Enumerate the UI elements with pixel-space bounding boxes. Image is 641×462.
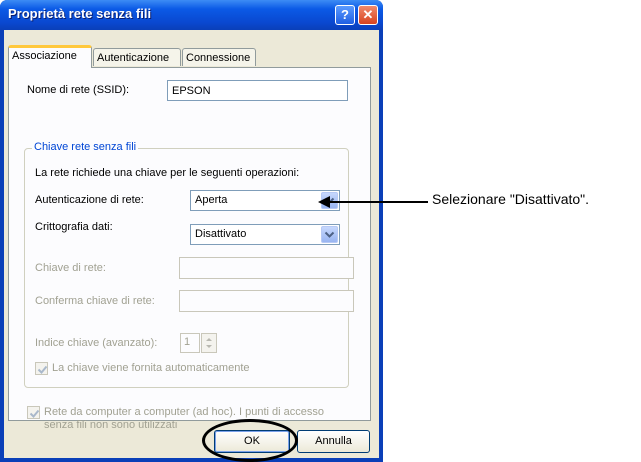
help-icon: ? bbox=[341, 7, 349, 22]
network-key-label: Chiave di rete: bbox=[35, 262, 106, 274]
arrow-left-icon bbox=[318, 196, 428, 208]
help-button[interactable]: ? bbox=[335, 5, 355, 25]
checkmark-icon bbox=[29, 409, 40, 418]
tab-panel-associazione: Nome di rete (SSID): Chiave rete senza f… bbox=[8, 67, 371, 431]
window-title: Proprietà rete senza fili bbox=[8, 6, 152, 21]
key-description: La rete richiede una chiave per le segue… bbox=[35, 167, 300, 179]
key-index-field[interactable]: 1 bbox=[180, 333, 200, 353]
group-title: Chiave rete senza fili bbox=[32, 141, 139, 153]
close-icon: ✕ bbox=[362, 7, 374, 22]
auto-key-checkbox[interactable] bbox=[35, 362, 48, 375]
ok-highlight-ellipse bbox=[202, 419, 298, 462]
confirm-key-label: Conferma chiave di rete: bbox=[35, 295, 155, 307]
adhoc-label-line2: senza fili non sono utilizzati bbox=[44, 419, 178, 431]
adhoc-label-line1: Rete da computer a computer (ad hoc). I … bbox=[44, 406, 325, 418]
spin-down-icon bbox=[206, 345, 212, 348]
wireless-key-group: Chiave rete senza fili La rete richiede … bbox=[24, 141, 354, 388]
chevron-down-icon[interactable] bbox=[321, 226, 338, 243]
confirm-key-input[interactable] bbox=[179, 290, 354, 312]
close-button[interactable]: ✕ bbox=[358, 5, 378, 25]
tab-associazione[interactable]: Associazione bbox=[8, 45, 92, 68]
adhoc-checkbox[interactable] bbox=[27, 406, 40, 419]
checkmark-icon bbox=[37, 365, 48, 374]
auto-key-label: La chiave viene fornita automaticamente bbox=[52, 362, 250, 374]
encryption-label: Crittografia dati: bbox=[35, 221, 113, 233]
dialog-client-area: Associazione Autenticazione Connessione … bbox=[4, 30, 379, 458]
ssid-input[interactable] bbox=[167, 80, 348, 101]
spin-up-icon bbox=[206, 338, 212, 341]
tab-autenticazione[interactable]: Autenticazione bbox=[93, 48, 181, 66]
encryption-select[interactable]: Disattivato bbox=[190, 224, 340, 245]
ssid-label: Nome di rete (SSID): bbox=[27, 84, 130, 96]
auth-select-value: Aperta bbox=[195, 194, 228, 206]
key-index-spinner[interactable] bbox=[201, 333, 217, 353]
key-index-label: Indice chiave (avanzato): bbox=[35, 337, 158, 349]
tab-connessione[interactable]: Connessione bbox=[182, 48, 256, 66]
annotation-text: Selezionare "Disattivato". bbox=[432, 191, 590, 207]
encryption-select-value: Disattivato bbox=[195, 228, 247, 240]
title-bar[interactable]: Proprietà rete senza fili ? ✕ bbox=[0, 0, 383, 30]
dialog-window: Proprietà rete senza fili ? ✕ Associazio… bbox=[0, 0, 383, 462]
auth-label: Autenticazione di rete: bbox=[35, 194, 144, 206]
cancel-button[interactable]: Annulla bbox=[297, 430, 370, 453]
network-key-input[interactable] bbox=[179, 257, 354, 279]
